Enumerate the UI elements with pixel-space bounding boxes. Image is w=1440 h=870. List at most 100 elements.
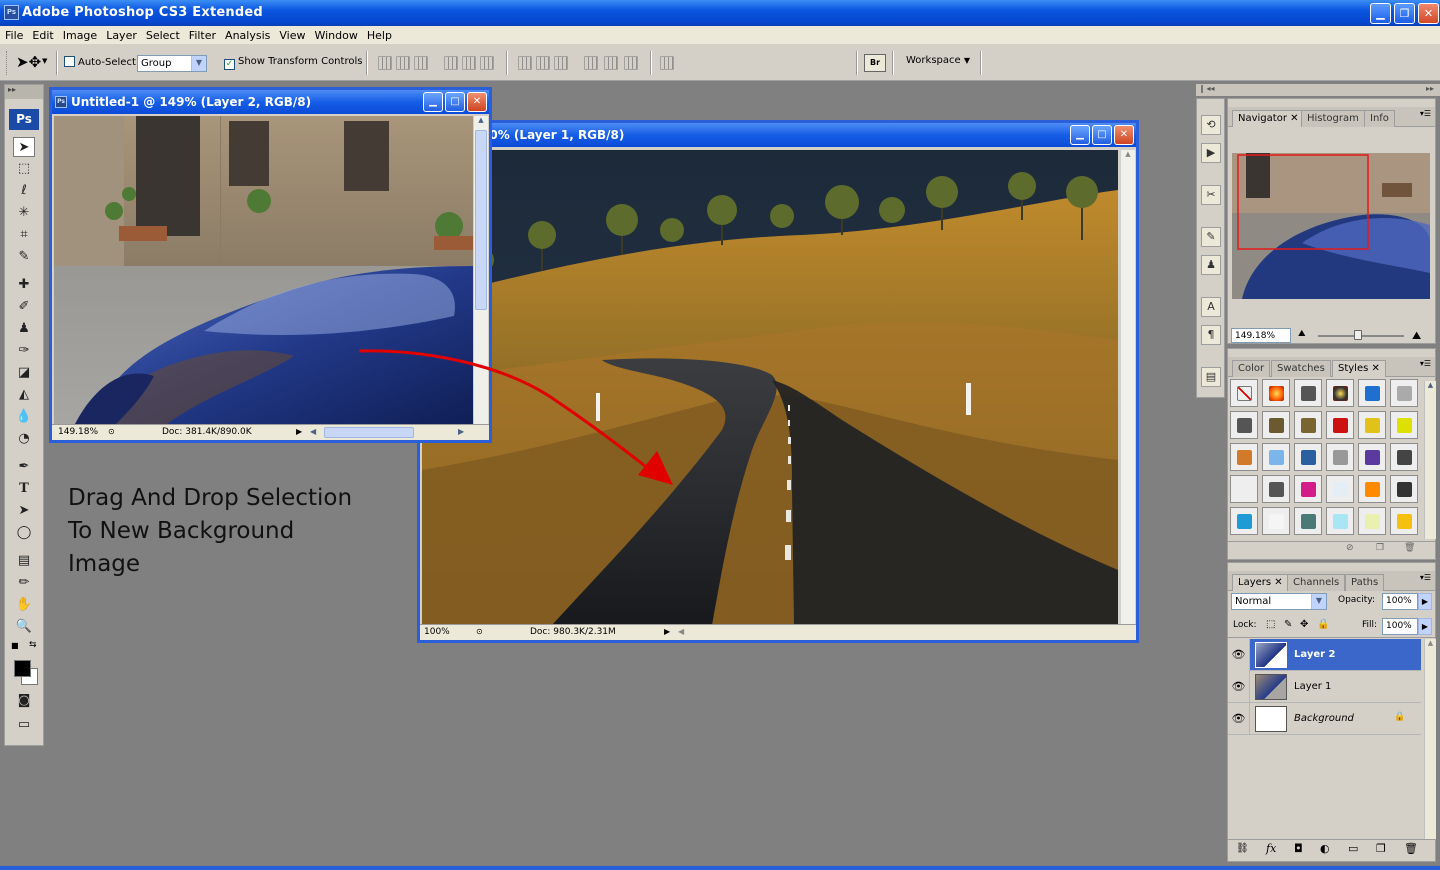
style-preset[interactable] <box>1262 379 1290 407</box>
toolbox-header-collapse-icon[interactable]: ▸▸ <box>5 85 43 99</box>
zoom-tool-icon[interactable]: 🔍 <box>13 617 35 637</box>
new-group-icon[interactable]: ▭ <box>1348 842 1358 855</box>
style-preset[interactable] <box>1326 475 1354 503</box>
auto-select-option[interactable]: Auto-Select: <box>64 56 139 68</box>
hand-tool-icon[interactable]: ✋ <box>13 595 35 615</box>
tab-paths[interactable]: Paths <box>1345 574 1385 591</box>
style-preset[interactable] <box>1326 411 1354 439</box>
pen-tool-icon[interactable]: ✒ <box>13 457 35 477</box>
lock-image-icon[interactable]: ✎ <box>1284 619 1292 630</box>
align-vertical-center-icon[interactable] <box>396 56 410 70</box>
panel-menu-icon[interactable]: ▾☰ <box>1420 359 1431 368</box>
style-preset[interactable] <box>1358 507 1386 535</box>
clone-source-panel-icon[interactable]: ♟ <box>1201 255 1221 275</box>
layer-name[interactable]: Layer 2 <box>1294 649 1335 660</box>
menu-layer[interactable]: Layer <box>101 26 141 42</box>
crop-tool-icon[interactable]: ⌗ <box>13 225 35 245</box>
quick-mask-icon[interactable]: ◙ <box>13 691 35 711</box>
fill-slider-arrow-icon[interactable]: ▶ <box>1418 618 1432 635</box>
eraser-tool-icon[interactable]: ◪ <box>13 363 35 383</box>
style-preset[interactable] <box>1390 379 1418 407</box>
lasso-tool-icon[interactable]: ℓ <box>13 181 35 201</box>
doc-minimize-button[interactable]: ▁ <box>1070 125 1090 145</box>
show-transform-option[interactable]: ✓ Show Transform Controls <box>224 56 362 70</box>
tab-navigator[interactable]: Navigator ✕ <box>1232 110 1305 127</box>
tab-histogram[interactable]: Histogram <box>1301 110 1365 127</box>
tab-channels[interactable]: Channels <box>1287 574 1346 591</box>
align-right-icon[interactable] <box>480 56 494 70</box>
doc-maximize-button[interactable]: □ <box>1092 125 1112 145</box>
foreground-color-swatch[interactable] <box>14 660 31 677</box>
new-style-icon[interactable]: ❐ <box>1376 543 1384 553</box>
align-bottom-icon[interactable] <box>414 56 428 70</box>
style-preset[interactable] <box>1230 411 1258 439</box>
screen-mode-icon[interactable]: ▭ <box>13 715 35 735</box>
visibility-eye-icon[interactable]: 👁 <box>1228 639 1250 671</box>
scroll-up-icon[interactable]: ▲ <box>474 116 488 124</box>
style-preset[interactable] <box>1358 379 1386 407</box>
clone-stamp-tool-icon[interactable]: ♟ <box>13 319 35 339</box>
tab-color[interactable]: Color <box>1232 360 1271 377</box>
scroll-left-icon[interactable]: ◀ <box>310 427 316 436</box>
style-preset[interactable] <box>1390 411 1418 439</box>
opacity-slider-arrow-icon[interactable]: ▶ <box>1418 593 1432 610</box>
tab-styles[interactable]: Styles ✕ <box>1332 360 1386 377</box>
visibility-eye-icon[interactable]: 👁 <box>1228 671 1250 703</box>
style-preset[interactable] <box>1294 379 1322 407</box>
scrollbar-thumb[interactable] <box>475 130 487 310</box>
status-menu-arrow-icon[interactable]: ▶ <box>664 627 670 636</box>
document-title-bar[interactable]: Ps Untitled-1 @ 149% (Layer 2, RGB/8) ▁ □… <box>52 90 489 114</box>
blend-mode-dropdown[interactable]: Normal ▼ <box>1231 593 1327 610</box>
scroll-up-icon[interactable]: ▲ <box>1425 381 1436 389</box>
eyedropper-tool-icon[interactable]: ✏ <box>13 573 35 593</box>
options-bar-grip[interactable] <box>6 51 9 75</box>
delete-layer-icon[interactable]: 🗑 <box>1404 842 1418 855</box>
lock-transparent-icon[interactable]: ⬚ <box>1266 619 1275 630</box>
auto-select-dropdown[interactable]: Group ▼ <box>137 55 207 72</box>
vertical-scrollbar[interactable]: ▲ <box>1120 150 1135 625</box>
brush-tool-icon[interactable]: ✐ <box>13 297 35 317</box>
status-info-icon[interactable]: ⊙ <box>108 427 115 436</box>
dock-collapse-icon[interactable]: ▸▸ <box>1426 84 1434 93</box>
magic-wand-tool-icon[interactable]: ✳ <box>13 203 35 223</box>
layer-row-layer-2[interactable]: 👁 Layer 2 <box>1228 639 1421 671</box>
show-transform-checkbox[interactable]: ✓ <box>224 59 235 70</box>
style-preset[interactable] <box>1390 507 1418 535</box>
distribute-right-icon[interactable] <box>624 56 638 70</box>
style-preset[interactable] <box>1358 475 1386 503</box>
ellipse-tool-icon[interactable]: ◯ <box>13 523 35 543</box>
workspace-menu[interactable]: Workspace ▼ <box>906 55 970 66</box>
layer-style-fx-icon[interactable]: fx <box>1266 842 1276 855</box>
notes-tool-icon[interactable]: ▤ <box>13 551 35 571</box>
style-preset[interactable] <box>1230 379 1258 407</box>
move-tool-icon[interactable]: ➤ <box>13 137 35 157</box>
marquee-tool-icon[interactable]: ⬚ <box>13 159 35 179</box>
layer-row-layer-1[interactable]: 👁 Layer 1 <box>1228 671 1421 703</box>
path-selection-tool-icon[interactable]: ➤ <box>13 501 35 521</box>
layers-scrollbar[interactable]: ▲ <box>1424 639 1436 839</box>
style-preset[interactable] <box>1326 379 1354 407</box>
zoom-out-icon[interactable]: ⛰ <box>1298 329 1306 339</box>
style-preset[interactable] <box>1262 443 1290 471</box>
healing-brush-tool-icon[interactable]: ✚ <box>13 275 35 295</box>
doc-maximize-button[interactable]: □ <box>445 92 465 112</box>
status-info-icon[interactable]: ⊙ <box>476 627 483 636</box>
menu-window[interactable]: Window <box>309 26 361 42</box>
navigator-thumbnail[interactable] <box>1232 153 1430 299</box>
restore-button[interactable]: ❐ <box>1394 3 1415 24</box>
auto-select-checkbox[interactable] <box>64 56 75 67</box>
style-preset[interactable] <box>1294 443 1322 471</box>
panel-menu-icon[interactable]: ▾☰ <box>1420 573 1431 582</box>
distribute-left-icon[interactable] <box>584 56 598 70</box>
photoshop-logo[interactable]: Ps <box>9 109 39 130</box>
status-menu-arrow-icon[interactable]: ▶ <box>296 427 302 436</box>
style-preset[interactable] <box>1326 443 1354 471</box>
tab-info[interactable]: Info <box>1364 110 1395 127</box>
slice-tool-icon[interactable]: ✎ <box>13 247 35 267</box>
opacity-input[interactable]: 100% <box>1382 593 1418 610</box>
scroll-up-icon[interactable]: ▲ <box>1121 150 1135 158</box>
tool-presets-panel-icon[interactable]: ✂ <box>1201 185 1221 205</box>
close-button[interactable]: ✕ <box>1418 3 1439 24</box>
actions-panel-icon[interactable]: ▶ <box>1201 143 1221 163</box>
distribute-top-icon[interactable] <box>518 56 532 70</box>
